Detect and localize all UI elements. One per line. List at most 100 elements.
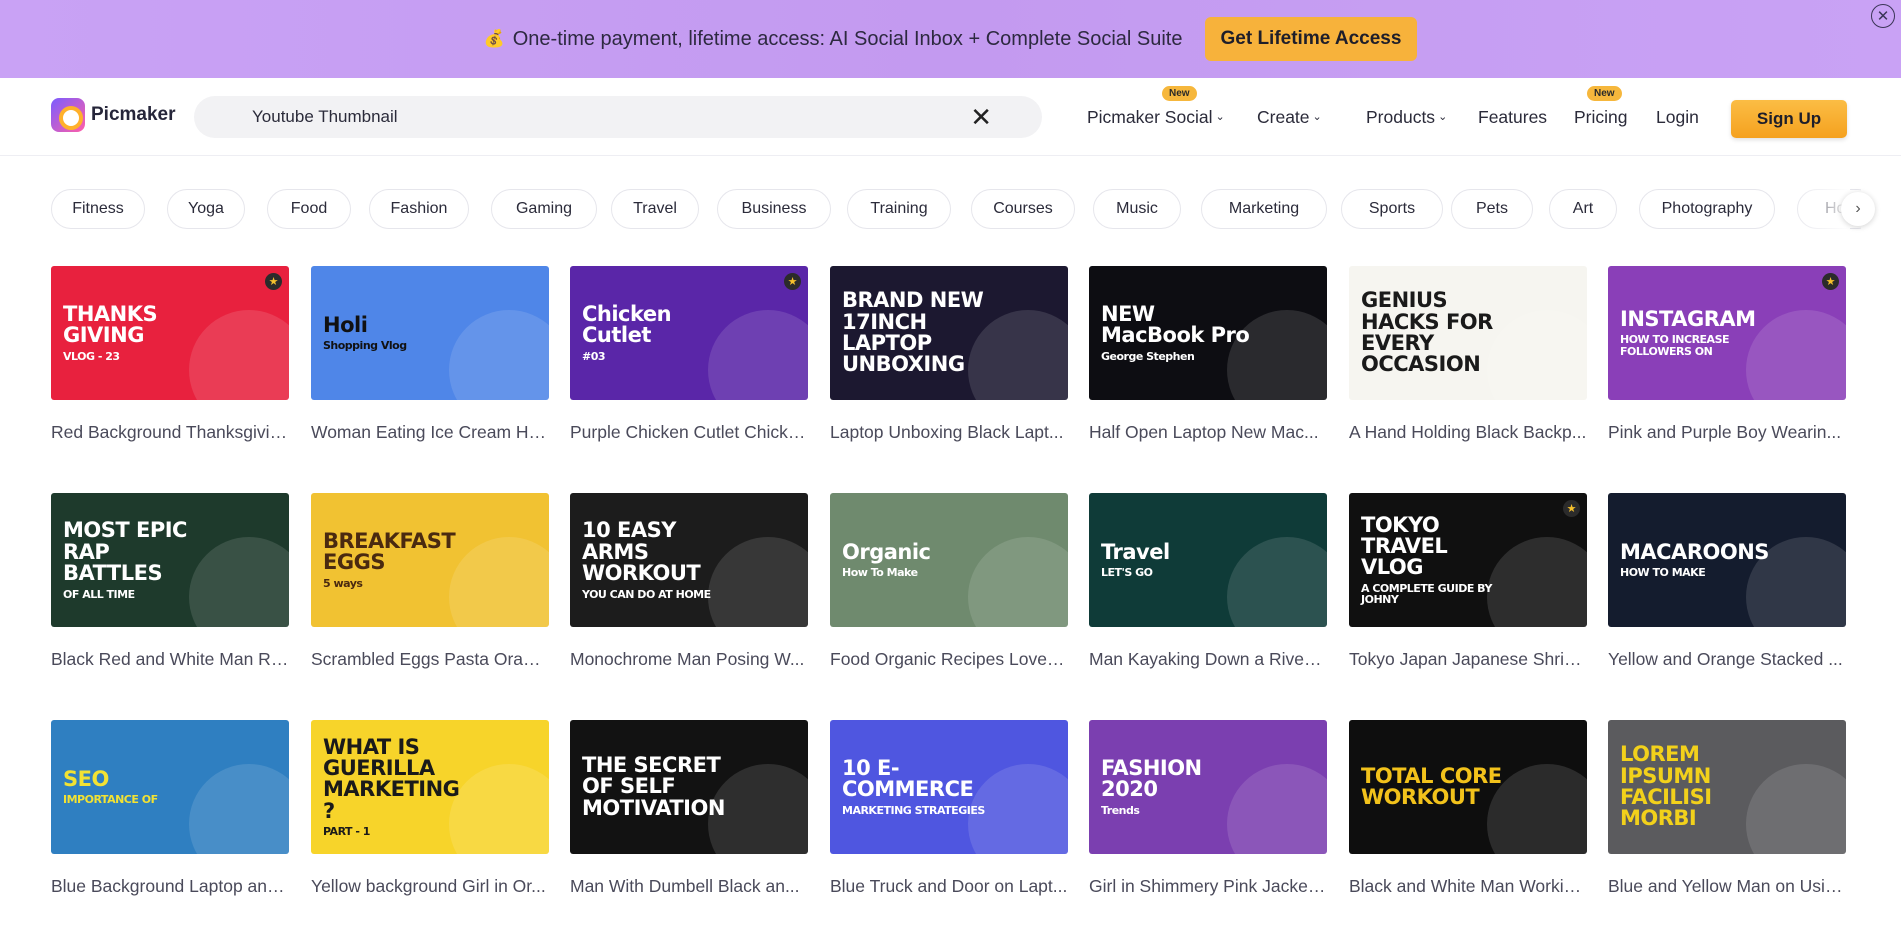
category-chip[interactable]: Fashion xyxy=(369,189,469,229)
template-card[interactable]: 10 E-COMMERCE MARKETING STRATEGIES Blue Tr… xyxy=(830,720,1068,897)
template-label[interactable]: Yellow background Girl in Or... xyxy=(311,876,549,897)
category-chip[interactable]: Yoga xyxy=(167,189,245,229)
template-card[interactable]: THANKS GIVING VLOG - 23 ★ Red Background Th… xyxy=(51,266,289,443)
template-card[interactable]: GENIUS HACKS FOR EVERY OCCASION A Hand Ho… xyxy=(1349,266,1587,443)
template-label[interactable]: Scrambled Eggs Pasta Orang... xyxy=(311,649,549,670)
template-thumbnail[interactable]: GENIUS HACKS FOR EVERY OCCASION xyxy=(1349,266,1587,400)
category-chip[interactable]: Music xyxy=(1093,189,1181,229)
search-input[interactable] xyxy=(252,96,952,138)
template-thumbnail[interactable]: LOREM IPSUMN FACILISI MORBI xyxy=(1608,720,1846,854)
template-thumbnail[interactable]: BRAND NEW 17INCH LAPTOP UNBOXING xyxy=(830,266,1068,400)
template-card[interactable]: Organic How To Make Food Organic Recipes L… xyxy=(830,493,1068,670)
template-thumbnail[interactable]: 10 EASY ARMS WORKOUT YOU CAN DO AT HOME xyxy=(570,493,808,627)
category-chip[interactable]: Business xyxy=(717,189,831,229)
template-card[interactable]: MOST EPIC RAP BATTLES OF ALL TIME Black Re… xyxy=(51,493,289,670)
template-label[interactable]: Girl in Shimmery Pink Jacket ... xyxy=(1089,876,1327,897)
thumbnail-title: SEO xyxy=(63,766,109,791)
template-card[interactable]: FASHION 2020 Trends Girl in Shimmery Pink … xyxy=(1089,720,1327,897)
promo-message: 💰 One-time payment, lifetime access: AI … xyxy=(484,28,1183,51)
template-thumbnail[interactable]: Holi Shopping Vlog xyxy=(311,266,549,400)
thumbnail-subtitle: A COMPLETE GUIDE BY JOHNY xyxy=(1361,581,1492,607)
template-thumbnail[interactable]: THANKS GIVING VLOG - 23 ★ xyxy=(51,266,289,400)
template-label[interactable]: Black and White Man Workin... xyxy=(1349,876,1587,897)
thumbnail-title: INSTAGRAM xyxy=(1620,307,1756,332)
template-label[interactable]: A Hand Holding Black Backp... xyxy=(1349,422,1587,443)
thumbnail-title: 10 EASY ARMS WORKOUT xyxy=(582,518,701,586)
premium-star-icon: ★ xyxy=(1563,500,1580,517)
template-card[interactable]: NEW MacBook Pro George Stephen Half Open L… xyxy=(1089,266,1327,443)
clear-search-icon[interactable]: ✕ xyxy=(970,104,992,130)
template-label[interactable]: Tokyo Japan Japanese Shrine... xyxy=(1349,649,1587,670)
get-lifetime-access-button[interactable]: Get Lifetime Access xyxy=(1204,17,1418,61)
sign-up-button[interactable]: Sign Up xyxy=(1731,100,1847,138)
template-thumbnail[interactable]: INSTAGRAM HOW TO INCREASE FOLLOWERS ON ★ xyxy=(1608,266,1846,400)
template-label[interactable]: Pink and Purple Boy Wearin... xyxy=(1608,422,1846,443)
nav-login[interactable]: Login xyxy=(1656,78,1699,156)
template-thumbnail[interactable]: TOKYO TRAVEL VLOG A COMPLETE GUIDE BY JOH… xyxy=(1349,493,1587,627)
template-thumbnail[interactable]: 10 E-COMMERCE MARKETING STRATEGIES xyxy=(830,720,1068,854)
close-icon[interactable]: ✕ xyxy=(1871,4,1895,28)
template-label[interactable]: Purple Chicken Cutlet Chicke... xyxy=(570,422,808,443)
template-label[interactable]: Food Organic Recipes Love i... xyxy=(830,649,1068,670)
nav-picmaker-social[interactable]: New Picmaker Social ⌄ xyxy=(1087,78,1225,156)
category-chip[interactable]: Courses xyxy=(971,189,1075,229)
template-label[interactable]: Man Kayaking Down a River ... xyxy=(1089,649,1327,670)
template-label[interactable]: Black Red and White Man Ra... xyxy=(51,649,289,670)
template-card[interactable]: TOTAL CORE WORKOUT Black and White Man Wo… xyxy=(1349,720,1587,897)
template-card[interactable]: Travel LET'S GO Man Kayaking Down a River … xyxy=(1089,493,1327,670)
category-chip[interactable]: Gaming xyxy=(491,189,597,229)
thumbnail-title: Chicken Cutlet xyxy=(582,301,672,348)
category-chip[interactable]: Fitness xyxy=(51,189,145,229)
category-chip[interactable]: Training xyxy=(847,189,951,229)
template-thumbnail[interactable]: FASHION 2020 Trends xyxy=(1089,720,1327,854)
template-label[interactable]: Woman Eating Ice Cream Ho... xyxy=(311,422,549,443)
category-chip[interactable]: Pets xyxy=(1451,189,1533,229)
template-card[interactable]: Chicken Cutlet #03 ★ Purple Chicken Cutlet … xyxy=(570,266,808,443)
nav-products[interactable]: Products ⌄ xyxy=(1366,78,1447,156)
template-card[interactable]: Holi Shopping Vlog Woman Eating Ice Cream … xyxy=(311,266,549,443)
category-chip[interactable]: Sports xyxy=(1341,189,1443,229)
template-thumbnail[interactable]: WHAT IS GUERILLA MARKETING ? PART - 1 xyxy=(311,720,549,854)
chevron-right-icon[interactable]: › xyxy=(1841,192,1875,226)
nav-pricing[interactable]: New Pricing xyxy=(1574,78,1628,156)
template-thumbnail[interactable]: MACAROONS HOW TO MAKE xyxy=(1608,493,1846,627)
category-chip[interactable]: Art xyxy=(1549,189,1617,229)
template-card[interactable]: BRAND NEW 17INCH LAPTOP UNBOXING Laptop U… xyxy=(830,266,1068,443)
category-chip[interactable]: Photography xyxy=(1639,189,1775,229)
template-card[interactable]: 10 EASY ARMS WORKOUT YOU CAN DO AT HOME Mo… xyxy=(570,493,808,670)
thumbnail-subtitle: YOU CAN DO AT HOME xyxy=(582,587,711,601)
thumbnail-decoration xyxy=(449,310,549,400)
template-label[interactable]: Red Background Thanksgivin... xyxy=(51,422,289,443)
template-thumbnail[interactable]: TOTAL CORE WORKOUT xyxy=(1349,720,1587,854)
template-label[interactable]: Blue and Yellow Man on Usin... xyxy=(1608,876,1846,897)
template-thumbnail[interactable]: MOST EPIC RAP BATTLES OF ALL TIME xyxy=(51,493,289,627)
template-thumbnail[interactable]: Organic How To Make xyxy=(830,493,1068,627)
category-chip[interactable]: Travel xyxy=(611,189,699,229)
picmaker-logo[interactable]: Picmaker xyxy=(51,98,176,132)
template-thumbnail[interactable]: Travel LET'S GO xyxy=(1089,493,1327,627)
nav-features[interactable]: Features xyxy=(1478,78,1547,156)
template-label[interactable]: Half Open Laptop New Mac... xyxy=(1089,422,1327,443)
template-label[interactable]: Blue Background Laptop and... xyxy=(51,876,289,897)
template-label[interactable]: Laptop Unboxing Black Lapt... xyxy=(830,422,1068,443)
template-label[interactable]: Monochrome Man Posing W... xyxy=(570,649,808,670)
template-card[interactable]: LOREM IPSUMN FACILISI MORBI Blue and Yell… xyxy=(1608,720,1846,897)
template-card[interactable]: INSTAGRAM HOW TO INCREASE FOLLOWERS ON ★ Pi… xyxy=(1608,266,1846,443)
template-card[interactable]: BREAKFAST EGGS 5 ways Scrambled Eggs Pasta… xyxy=(311,493,549,670)
template-card[interactable]: SEO IMPORTANCE OF Blue Background Laptop a… xyxy=(51,720,289,897)
template-label[interactable]: Man With Dumbell Black an... xyxy=(570,876,808,897)
category-chip[interactable]: Marketing xyxy=(1201,189,1327,229)
nav-create[interactable]: Create ⌄ xyxy=(1257,78,1322,156)
template-thumbnail[interactable]: BREAKFAST EGGS 5 ways xyxy=(311,493,549,627)
template-thumbnail[interactable]: NEW MacBook Pro George Stephen xyxy=(1089,266,1327,400)
template-card[interactable]: TOKYO TRAVEL VLOG A COMPLETE GUIDE BY JOH… xyxy=(1349,493,1587,670)
template-label[interactable]: Blue Truck and Door on Lapt... xyxy=(830,876,1068,897)
category-chip[interactable]: Food xyxy=(267,189,351,229)
template-card[interactable]: THE SECRET OF SELF MOTIVATION Man With Du… xyxy=(570,720,808,897)
template-card[interactable]: WHAT IS GUERILLA MARKETING ? PART - 1 Yell… xyxy=(311,720,549,897)
template-thumbnail[interactable]: THE SECRET OF SELF MOTIVATION xyxy=(570,720,808,854)
template-thumbnail[interactable]: Chicken Cutlet #03 ★ xyxy=(570,266,808,400)
template-label[interactable]: Yellow and Orange Stacked ... xyxy=(1608,649,1846,670)
template-card[interactable]: MACAROONS HOW TO MAKE Yellow and Orange St… xyxy=(1608,493,1846,670)
template-thumbnail[interactable]: SEO IMPORTANCE OF xyxy=(51,720,289,854)
